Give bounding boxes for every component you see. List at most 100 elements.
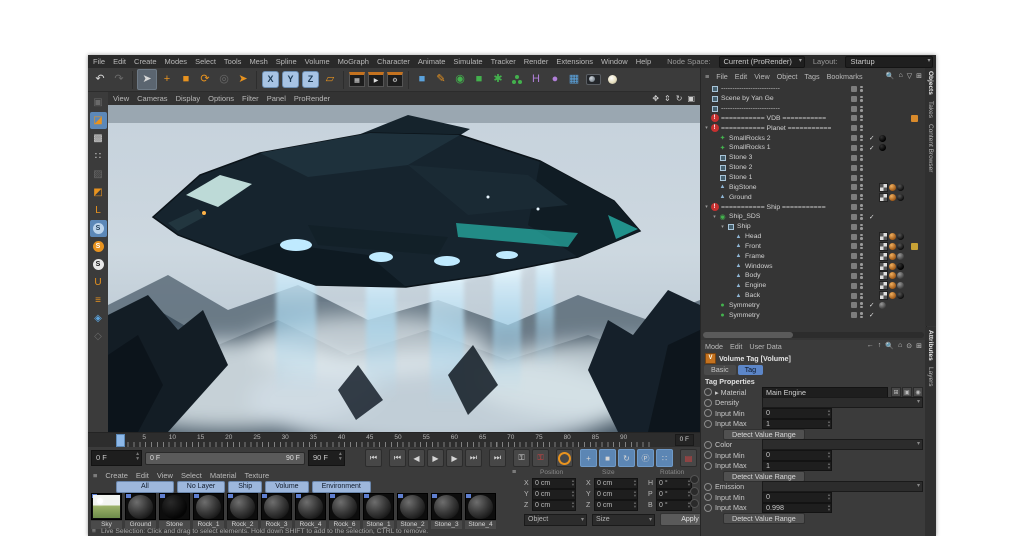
object-row[interactable]: Stone 2 [701,163,926,173]
coord-object-dropdown[interactable]: Object [524,513,587,526]
visibility-dots-icon[interactable] [860,184,863,191]
pan-icon[interactable]: ✥ [652,94,659,103]
material-tag-icon[interactable] [897,233,904,241]
material-menu-select[interactable]: Select [181,471,202,480]
move-tool-button[interactable]: + [158,70,176,89]
current-frame-field[interactable]: 0 F ▲ ▼ [91,450,143,466]
coord-field[interactable]: 0 cm ▲ ▼ [594,489,638,500]
object-row[interactable]: ▲ Ground [701,192,926,202]
object-row[interactable]: ● Symmetry ✓ [701,310,926,320]
menu-modes[interactable]: Modes [165,57,188,66]
layer-box-icon[interactable] [851,292,857,299]
visibility-toggles[interactable] [851,95,863,102]
input-max-field[interactable]: 1 ▲ ▼ [762,418,832,429]
key-pla-button[interactable]: ∷ [656,449,673,467]
color-dropdown[interactable] [762,439,923,451]
visibility-toggles[interactable] [851,233,863,240]
layer-box-icon[interactable] [851,233,857,240]
visibility-dots-icon[interactable] [860,144,863,151]
keyframe-circle-icon[interactable] [704,493,712,502]
enabled-check-icon[interactable]: ✓ [869,144,874,152]
visibility-toggles[interactable] [851,302,863,309]
uvw-tag-icon[interactable] [879,291,888,301]
play-button[interactable]: ▶ [427,449,444,467]
visibility-dots-icon[interactable] [860,302,863,309]
material-tag-icon[interactable] [889,292,896,300]
emission-dropdown[interactable] [762,481,923,493]
material-tag-icon[interactable] [889,272,896,280]
model-mode-button[interactable]: ◪ [89,112,107,129]
visibility-dots-icon[interactable] [860,213,863,220]
viewport-solo-single-button[interactable]: S [90,238,107,255]
visibility-dots-icon[interactable] [860,272,863,279]
texture-tags[interactable] [879,134,886,142]
tab-basic[interactable]: Basic [704,365,736,375]
visibility-toggles[interactable] [851,292,863,299]
uvw-tag-icon[interactable] [879,182,888,192]
visibility-dots-icon[interactable] [860,105,863,112]
material-item[interactable]: Rock_3 [261,493,292,529]
undo-button[interactable]: ↶ [91,70,109,89]
light-button[interactable] [603,70,621,89]
timeline-ruler[interactable]: 5 10 15 20 25 30 35 40 45 50 55 60 65 70 75 80 85 90 0 F [88,432,700,448]
orange-tag-icon[interactable] [911,114,918,122]
spinner-icon[interactable]: ▲▼ [633,479,637,487]
layer-box-icon[interactable] [851,85,857,92]
texture-tags[interactable] [879,291,904,301]
goto-start-button[interactable]: ⏮ [365,449,382,467]
side-tab-objects[interactable]: Objects [927,71,934,95]
viewport-menu-cameras[interactable]: Cameras [137,94,167,103]
material-thumbnail[interactable] [227,493,258,520]
visibility-dots-icon[interactable] [860,85,863,92]
enabled-check-icon[interactable]: ✓ [869,311,874,319]
layer-box-icon[interactable] [851,213,857,220]
rotate-tool-button[interactable]: ⟳ [196,70,214,89]
material-item[interactable]: Stone_3 [431,493,462,529]
texture-tags[interactable] [879,251,904,261]
render-view-button[interactable]: ▦ [348,70,366,89]
key-rotation-button[interactable]: ↻ [618,449,635,467]
viewport-menu-prorender[interactable]: ProRender [294,94,330,103]
axis-y-button[interactable]: Y [282,71,299,88]
object-row[interactable]: -------------------------- [701,104,926,114]
coord-system-button[interactable]: ▱ [321,70,339,89]
visibility-dots-icon[interactable] [860,194,863,201]
layer-box-icon[interactable] [851,174,857,181]
end-frame-field[interactable]: 90 F ▲ ▼ [307,450,345,466]
menu-mesh[interactable]: Mesh [249,57,267,66]
visibility-toggles[interactable] [851,204,863,211]
material-menu-view[interactable]: View [157,471,173,480]
menu-mograph[interactable]: MoGraph [338,57,369,66]
material-thumbnail[interactable] [363,493,394,520]
object-row[interactable]: ▲ Back [701,291,926,301]
timeline-playhead[interactable] [116,434,125,447]
layer-box-icon[interactable] [851,95,857,102]
object-row[interactable]: Scene by Yan Ge [701,94,926,104]
material-tag-icon[interactable] [879,144,886,152]
scale-tool-button[interactable]: ■ [177,70,195,89]
texture-tags[interactable] [879,192,904,202]
volume-builder-button[interactable]: ■ [470,70,488,89]
visibility-dots-icon[interactable] [860,263,863,270]
hamburger-icon[interactable]: ≡ [512,469,516,476]
texture-tags[interactable] [879,144,886,152]
input-max-field[interactable]: 1 ▲ ▼ [762,460,832,471]
spinner-icon[interactable]: ▲▼ [571,501,575,509]
coord-field[interactable]: 0 °▲▼ [656,478,692,489]
layer-box-icon[interactable] [851,184,857,191]
material-tag-icon[interactable] [889,262,896,270]
side-tab-takes[interactable]: Takes [927,101,934,118]
spinner-icon[interactable]: ▲▼ [827,409,831,417]
record-keyframe-button[interactable]: ⚿ [513,449,530,467]
uvw-tag-icon[interactable] [879,251,888,261]
redo-button[interactable]: ↷ [110,70,128,89]
layer-box-icon[interactable] [851,144,857,151]
add-icon[interactable]: ⊞ [916,72,922,80]
add-cube-button[interactable]: ■ [413,70,431,89]
viewport-menu-filter[interactable]: Filter [242,94,259,103]
workplane-button[interactable]: ◈ [90,310,107,327]
material-menu-texture[interactable]: Texture [245,471,270,480]
input-min-field[interactable]: 0 ▲ ▼ [762,408,832,419]
spinner-icon[interactable]: ▲▼ [827,493,831,501]
render-settings-button[interactable]: ⚙ [386,70,404,89]
